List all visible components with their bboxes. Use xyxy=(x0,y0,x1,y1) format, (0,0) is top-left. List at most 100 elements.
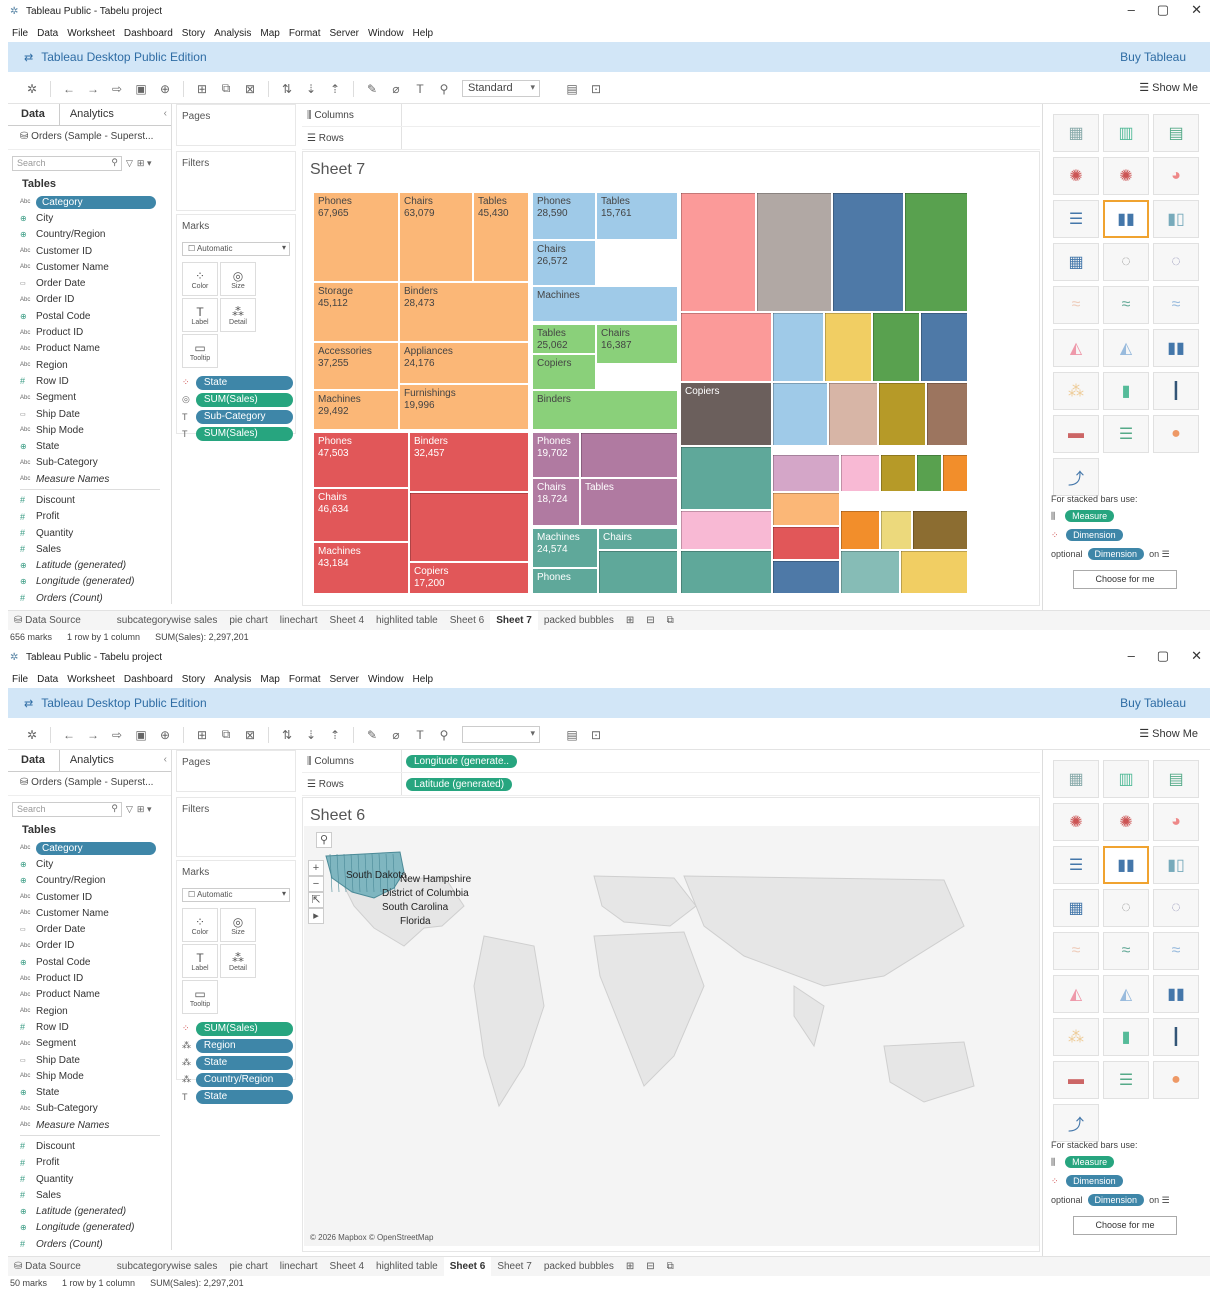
field-customer-id[interactable]: Abc Customer ID xyxy=(20,889,171,905)
area-continuous-icon[interactable]: ◭ xyxy=(1053,329,1099,367)
treemap-tile[interactable]: Phones 67,965 xyxy=(313,192,399,282)
field-order-date[interactable]: ▭ Order Date xyxy=(20,275,171,291)
field-sales[interactable]: # Sales xyxy=(20,1187,171,1203)
treemap-tile[interactable]: Tables 15,761 xyxy=(596,192,678,240)
histogram-icon[interactable]: ▮ xyxy=(1103,1018,1149,1056)
clear-sheet-icon[interactable]: ⊠ xyxy=(238,82,262,96)
mark-type-dropdown[interactable]: ☐ Automatic xyxy=(182,242,290,256)
menu-analysis[interactable]: Analysis xyxy=(214,674,251,685)
buy-tableau-link[interactable]: Buy Tableau xyxy=(1120,696,1186,710)
menu-file[interactable]: File xyxy=(12,28,28,39)
filter-icon[interactable]: ▽ xyxy=(126,804,133,815)
field-discount[interactable]: # Discount xyxy=(20,1138,171,1154)
field-row-id[interactable]: # Row ID xyxy=(20,1019,171,1035)
field-order-date[interactable]: ▭ Order Date xyxy=(20,921,171,937)
treemap-tile[interactable]: Furnishings 19,996 xyxy=(399,384,529,430)
sheet-tab-highlited-table[interactable]: highlited table xyxy=(370,611,444,631)
back-icon[interactable]: ← xyxy=(57,728,81,742)
new-worksheet-icon[interactable]: ⊞ xyxy=(190,82,214,96)
menu-worksheet[interactable]: Worksheet xyxy=(67,674,115,685)
treemap-tile[interactable]: Chairs 16,387 xyxy=(596,324,678,364)
fix-axes-icon[interactable]: ⚲ xyxy=(432,728,456,742)
menu-worksheet[interactable]: Worksheet xyxy=(67,28,115,39)
treemap-tile[interactable] xyxy=(828,382,878,446)
side-by-side-circles-icon[interactable]: ◌ xyxy=(1153,243,1199,281)
marks-pill[interactable]: SUM(Sales) xyxy=(195,426,293,441)
treemap-tile[interactable] xyxy=(840,510,880,550)
treemap-tile[interactable] xyxy=(926,382,968,446)
columns-shelf[interactable]: ⫼ Columns Longitude (generate.. xyxy=(302,750,1040,773)
treemap-tile[interactable]: Chairs xyxy=(598,528,678,550)
treemap-tile[interactable] xyxy=(772,454,840,492)
dual-lines-icon[interactable]: ≈ xyxy=(1153,932,1199,970)
treemap-tile[interactable] xyxy=(680,510,772,550)
density-map-icon[interactable]: ⤴ xyxy=(1053,458,1099,496)
forward-icon[interactable]: → xyxy=(81,82,105,96)
treemap-tile[interactable] xyxy=(680,312,772,382)
field-orders-count[interactable]: # Orders (Count) xyxy=(20,590,171,606)
data-source-tab[interactable]: ⛁ Data Source xyxy=(8,1257,111,1277)
field-product-name[interactable]: Abc Product Name xyxy=(20,987,171,1003)
treemap-tile[interactable]: Tables 45,430 xyxy=(473,192,529,282)
map-pan-button[interactable]: ⇱ xyxy=(308,892,324,908)
menu-story[interactable]: Story xyxy=(182,674,205,685)
field-search-input[interactable]: Search ⚲ xyxy=(12,801,122,817)
treemap-tile[interactable]: Chairs 63,079 xyxy=(399,192,473,282)
menu-server[interactable]: Server xyxy=(330,674,359,685)
show-me-button[interactable]: ☰ Show Me xyxy=(1139,81,1198,94)
text-table-icon[interactable]: ▦ xyxy=(1053,114,1099,152)
sheet-tab-sheet-7[interactable]: Sheet 7 xyxy=(491,1257,537,1277)
marks-pill[interactable]: State xyxy=(195,1089,293,1104)
field-ship-mode[interactable]: Abc Ship Mode xyxy=(20,1068,171,1084)
viz-canvas[interactable]: Sheet 6 ⚲ + − ⇱ ▸ South Dakota New Hampshire Di… xyxy=(302,797,1040,1252)
treemap-tile[interactable] xyxy=(772,492,840,526)
sort-asc-icon[interactable]: ⇣ xyxy=(299,82,323,96)
field-product-id[interactable]: Abc Product ID xyxy=(20,324,171,340)
map-zoom-out-button[interactable]: − xyxy=(308,876,324,892)
longitude-pill[interactable]: Longitude (generate.. xyxy=(406,754,518,768)
presentation-icon[interactable]: ⊡ xyxy=(584,728,608,742)
pie-chart-icon[interactable]: ◕ xyxy=(1153,157,1199,195)
treemap-tile[interactable]: Accessories 37,255 xyxy=(313,342,399,390)
treemap-tile[interactable] xyxy=(900,550,968,594)
field-order-id[interactable]: Abc Order ID xyxy=(20,292,171,308)
treemap-tile[interactable] xyxy=(772,526,840,560)
minimize-button[interactable]: – xyxy=(1128,648,1135,664)
duplicate-icon[interactable]: ⧉ xyxy=(214,727,238,742)
side-by-side-bars-icon[interactable]: ▮▯ xyxy=(1153,846,1199,884)
close-button[interactable]: ✕ xyxy=(1191,2,1202,18)
highlight-icon[interactable]: ✎ xyxy=(360,728,384,742)
scatter-plot-icon[interactable]: ⁂ xyxy=(1053,1018,1099,1056)
detail-button[interactable]: ⁂ Detail xyxy=(220,944,256,978)
view-options-icon[interactable]: ⊞ ▾ xyxy=(137,804,152,815)
bullet-graph-icon[interactable]: ☰ xyxy=(1103,415,1149,453)
color-button[interactable]: ⁘ Color xyxy=(182,262,218,296)
heat-map-icon[interactable]: ▥ xyxy=(1103,760,1149,798)
swap-icon[interactable]: ⇅ xyxy=(275,728,299,742)
discrete-lines-icon[interactable]: ≈ xyxy=(1103,286,1149,324)
treemap-tile[interactable]: Binders 32,457 xyxy=(409,432,529,492)
field-product-name[interactable]: Abc Product Name xyxy=(20,341,171,357)
field-sales[interactable]: # Sales xyxy=(20,541,171,557)
menu-window[interactable]: Window xyxy=(368,674,404,685)
treemap-tile[interactable] xyxy=(840,454,880,492)
menu-analysis[interactable]: Analysis xyxy=(214,28,251,39)
treemap-tile[interactable] xyxy=(916,454,942,492)
data-source-tab[interactable]: ⛁ Data Source xyxy=(8,611,111,631)
heat-map-icon[interactable]: ▥ xyxy=(1103,114,1149,152)
treemap-tile[interactable] xyxy=(680,192,756,312)
treemap-tile[interactable] xyxy=(772,312,824,382)
treemap-tile[interactable] xyxy=(832,192,904,312)
treemap-tile[interactable] xyxy=(756,192,832,312)
sheet-tab-highlited-table[interactable]: highlited table xyxy=(370,1257,444,1277)
treemap-tile[interactable] xyxy=(580,432,678,478)
treemap-tile[interactable] xyxy=(772,560,840,594)
horizontal-bars-icon[interactable]: ☰ xyxy=(1053,846,1099,884)
back-icon[interactable]: ← xyxy=(57,82,81,96)
maximize-button[interactable]: ▢ xyxy=(1157,2,1169,18)
treemap-tile[interactable]: Phones 28,590 xyxy=(532,192,596,240)
datasource-item[interactable]: ⛁ Orders (Sample - Superst... xyxy=(8,772,171,796)
menu-map[interactable]: Map xyxy=(260,28,279,39)
new-datasource-icon[interactable]: ⊕ xyxy=(153,728,177,742)
dual-combination-icon[interactable]: ▮▮ xyxy=(1153,975,1199,1013)
